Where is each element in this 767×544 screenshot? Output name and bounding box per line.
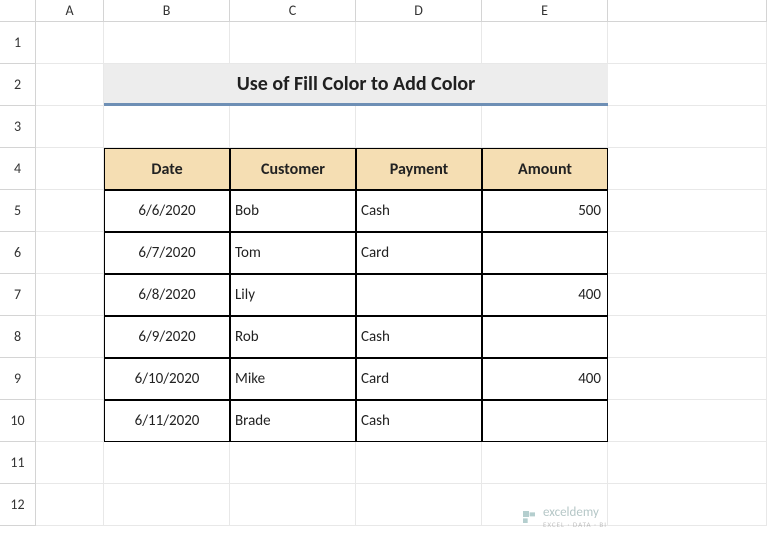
col-header-b[interactable]: B (104, 0, 230, 22)
cell-customer-2[interactable]: Lily (230, 274, 356, 316)
cell-c12[interactable] (230, 484, 356, 526)
row-header-12[interactable]: 12 (0, 484, 36, 526)
row-header-10[interactable]: 10 (0, 400, 36, 442)
cell-date-4[interactable]: 6/10/2020 (104, 358, 230, 400)
row-header-7[interactable]: 7 (0, 274, 36, 316)
col-header-a[interactable]: A (36, 0, 104, 22)
cell-blank-3 (608, 106, 767, 148)
cell-payment-2[interactable] (356, 274, 482, 316)
cell-payment-3[interactable]: Cash (356, 316, 482, 358)
cell-amount-3[interactable] (482, 316, 608, 358)
cell-a1[interactable] (36, 22, 104, 64)
cell-customer-5[interactable]: Brade (230, 400, 356, 442)
cell-a3[interactable] (36, 106, 104, 148)
cell-c11[interactable] (230, 442, 356, 484)
cell-date-3[interactable]: 6/9/2020 (104, 316, 230, 358)
cell-blank-4 (608, 148, 767, 190)
cell-blank-11 (608, 442, 767, 484)
cell-a9[interactable] (36, 358, 104, 400)
cell-amount-0[interactable]: 500 (482, 190, 608, 232)
col-header-c[interactable]: C (230, 0, 356, 22)
row-header-9[interactable]: 9 (0, 358, 36, 400)
cell-date-2[interactable]: 6/8/2020 (104, 274, 230, 316)
cell-a10[interactable] (36, 400, 104, 442)
cell-payment-4[interactable]: Card (356, 358, 482, 400)
cell-b1[interactable] (104, 22, 230, 64)
cell-d11[interactable] (356, 442, 482, 484)
cell-blank-5 (608, 190, 767, 232)
cell-blank-6 (608, 232, 767, 274)
row-header-2[interactable]: 2 (0, 64, 36, 106)
cell-b12[interactable] (104, 484, 230, 526)
cell-customer-4[interactable]: Mike (230, 358, 356, 400)
row-header-11[interactable]: 11 (0, 442, 36, 484)
cell-amount-1[interactable] (482, 232, 608, 274)
cell-a12[interactable] (36, 484, 104, 526)
col-header-e[interactable]: E (482, 0, 608, 22)
cell-a8[interactable] (36, 316, 104, 358)
exceldemy-icon (521, 509, 537, 525)
spreadsheet-grid: A B C D E 1 2 Use of Fill Color to Add C… (0, 0, 767, 526)
cell-amount-2[interactable]: 400 (482, 274, 608, 316)
cell-payment-5[interactable]: Cash (356, 400, 482, 442)
cell-a5[interactable] (36, 190, 104, 232)
cell-a4[interactable] (36, 148, 104, 190)
row-header-3[interactable]: 3 (0, 106, 36, 148)
watermark-name: exceldemy (543, 505, 607, 520)
cell-customer-0[interactable]: Bob (230, 190, 356, 232)
cell-amount-5[interactable] (482, 400, 608, 442)
cell-amount-4[interactable]: 400 (482, 358, 608, 400)
row-header-4[interactable]: 4 (0, 148, 36, 190)
cell-d3[interactable] (356, 106, 482, 148)
row-header-6[interactable]: 6 (0, 232, 36, 274)
cell-a2[interactable] (36, 64, 104, 106)
cell-blank-7 (608, 274, 767, 316)
cell-blank-8 (608, 316, 767, 358)
cell-c3[interactable] (230, 106, 356, 148)
cell-payment-1[interactable]: Card (356, 232, 482, 274)
cell-b3[interactable] (104, 106, 230, 148)
cell-e11[interactable] (482, 442, 608, 484)
header-payment[interactable]: Payment (356, 148, 482, 190)
cell-e1[interactable] (482, 22, 608, 64)
cell-a6[interactable] (36, 232, 104, 274)
title-cell[interactable]: Use of Fill Color to Add Color (104, 64, 608, 106)
select-all-corner[interactable] (0, 0, 36, 22)
col-header-blank (608, 0, 767, 22)
row-header-5[interactable]: 5 (0, 190, 36, 232)
cell-customer-1[interactable]: Tom (230, 232, 356, 274)
row-header-1[interactable]: 1 (0, 22, 36, 64)
cell-blank-12 (608, 484, 767, 526)
cell-c1[interactable] (230, 22, 356, 64)
cell-date-1[interactable]: 6/7/2020 (104, 232, 230, 274)
cell-a11[interactable] (36, 442, 104, 484)
cell-a7[interactable] (36, 274, 104, 316)
header-date[interactable]: Date (104, 148, 230, 190)
header-customer[interactable]: Customer (230, 148, 356, 190)
cell-date-5[interactable]: 6/11/2020 (104, 400, 230, 442)
row-header-8[interactable]: 8 (0, 316, 36, 358)
cell-blank-2 (608, 64, 767, 106)
cell-d1[interactable] (356, 22, 482, 64)
cell-d12[interactable] (356, 484, 482, 526)
cell-b11[interactable] (104, 442, 230, 484)
cell-blank-10 (608, 400, 767, 442)
watermark-tagline: EXCEL · DATA · BI (543, 520, 607, 529)
cell-customer-3[interactable]: Rob (230, 316, 356, 358)
cell-date-0[interactable]: 6/6/2020 (104, 190, 230, 232)
header-amount[interactable]: Amount (482, 148, 608, 190)
col-header-d[interactable]: D (356, 0, 482, 22)
cell-e3[interactable] (482, 106, 608, 148)
cell-blank-9 (608, 358, 767, 400)
cell-blank-1 (608, 22, 767, 64)
cell-payment-0[interactable]: Cash (356, 190, 482, 232)
watermark: exceldemy EXCEL · DATA · BI (521, 505, 607, 529)
